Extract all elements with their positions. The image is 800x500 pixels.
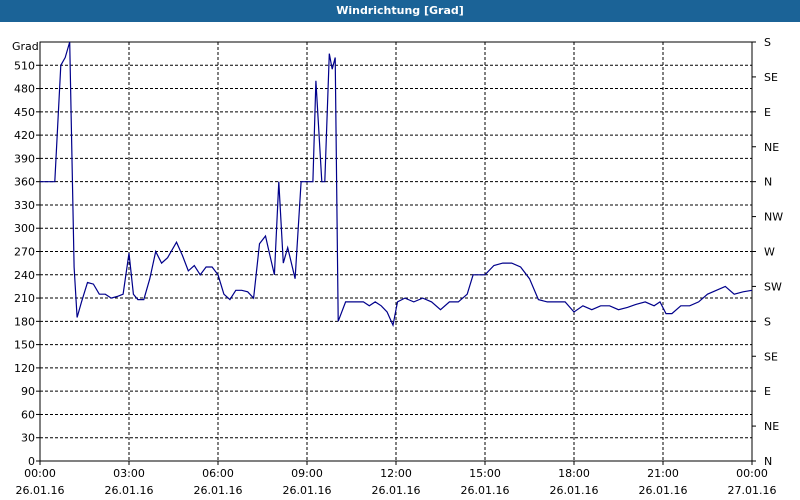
y-tick-label: 300	[14, 222, 35, 235]
x-tick-date: 27.01.16	[728, 484, 777, 497]
compass-tick-label: N	[764, 176, 772, 189]
x-tick-date: 26.01.16	[461, 484, 510, 497]
compass-tick-label: NE	[764, 141, 779, 154]
x-tick-time: 09:00	[291, 467, 323, 480]
compass-tick-label: NW	[764, 211, 783, 224]
y-tick-label: 390	[14, 152, 35, 165]
y-axis-label: Grad	[12, 40, 39, 53]
x-tick-time: 21:00	[647, 467, 679, 480]
compass-tick-label: SE	[764, 71, 778, 84]
x-tick-date: 26.01.16	[16, 484, 65, 497]
y-tick-label: 180	[14, 315, 35, 328]
x-tick-date: 26.01.16	[283, 484, 332, 497]
x-tick-time: 12:00	[380, 467, 412, 480]
y-tick-label: 270	[14, 246, 35, 259]
y-tick-label: 240	[14, 269, 35, 282]
compass-tick-label: NE	[764, 420, 779, 433]
compass-tick-label: E	[764, 385, 771, 398]
grid	[40, 42, 752, 461]
wind-direction-chart: 0306090120150180210240270300330360390420…	[12, 36, 783, 497]
y-tick-label: 330	[14, 199, 35, 212]
compass-tick-label: S	[764, 36, 771, 49]
x-tick-time: 18:00	[558, 467, 590, 480]
y-tick-label: 150	[14, 339, 35, 352]
compass-tick-label: S	[764, 315, 771, 328]
x-tick-time: 15:00	[469, 467, 501, 480]
compass-tick-label: E	[764, 106, 771, 119]
y-tick-label: 210	[14, 292, 35, 305]
compass-tick-label: W	[764, 246, 775, 259]
x-tick-time: 00:00	[24, 467, 56, 480]
x-tick-date: 26.01.16	[550, 484, 599, 497]
y-tick-label: 360	[14, 176, 35, 189]
x-tick-date: 26.01.16	[105, 484, 154, 497]
y-tick-label: 30	[21, 432, 35, 445]
y-tick-label: 480	[14, 83, 35, 96]
compass-tick-label: SE	[764, 350, 778, 363]
x-tick-date: 26.01.16	[372, 484, 421, 497]
x-tick-time: 03:00	[113, 467, 145, 480]
x-tick-date: 26.01.16	[194, 484, 243, 497]
x-tick-time: 06:00	[202, 467, 234, 480]
compass-tick-label: SW	[764, 280, 782, 293]
y-tick-label: 90	[21, 385, 35, 398]
y-tick-label: 450	[14, 106, 35, 119]
y-tick-label: 120	[14, 362, 35, 375]
y-tick-label: 60	[21, 408, 35, 421]
x-tick-date: 26.01.16	[639, 484, 688, 497]
x-tick-time: 00:00	[736, 467, 768, 480]
y-tick-label: 420	[14, 129, 35, 142]
y-tick-label: 510	[14, 59, 35, 72]
